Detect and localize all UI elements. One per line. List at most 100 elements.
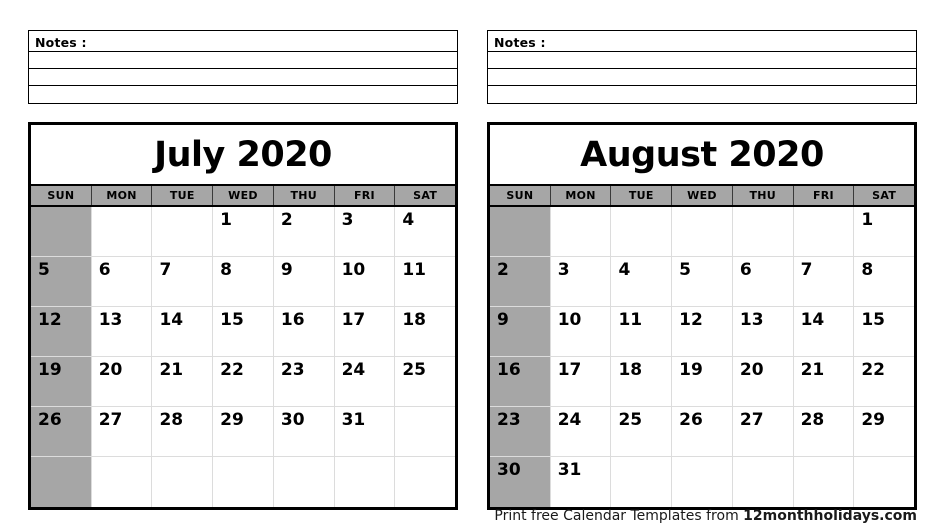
day-cell-1[interactable]: 1 <box>213 207 274 257</box>
day-cell-25[interactable]: 25 <box>611 407 673 457</box>
day-cell-14[interactable]: 14 <box>152 307 214 357</box>
day-cell-5[interactable]: 5 <box>31 257 92 307</box>
weekday-header-cell-fri: FRI <box>335 186 396 205</box>
weekday-header-cell-wed: WED <box>213 186 274 205</box>
day-cell-8[interactable]: 8 <box>213 257 274 307</box>
page-title-august: August 2020 <box>580 134 824 175</box>
day-cell-30[interactable]: 30 <box>273 407 335 457</box>
notes-lines-august[interactable] <box>488 52 916 103</box>
day-cell-20[interactable]: 20 <box>91 357 153 407</box>
day-cell-empty <box>31 207 92 257</box>
day-cell-15[interactable]: 15 <box>213 307 274 357</box>
notes-blank-line[interactable] <box>488 69 916 86</box>
day-cell-28[interactable]: 28 <box>793 407 855 457</box>
day-cell-11[interactable]: 11 <box>395 257 456 307</box>
notes-blank-line[interactable] <box>29 52 457 69</box>
day-cell-12[interactable]: 12 <box>31 307 92 357</box>
day-cell-19[interactable]: 19 <box>672 357 733 407</box>
weekday-header-cell-tue: TUE <box>611 186 673 205</box>
day-cell-4[interactable]: 4 <box>611 257 673 307</box>
notes-header-july: Notes : <box>29 31 457 52</box>
day-cell-10[interactable]: 10 <box>334 257 396 307</box>
day-cell-24[interactable]: 24 <box>550 407 612 457</box>
weekday-header-cell-fri: FRI <box>794 186 855 205</box>
notes-blank-line[interactable] <box>29 86 457 103</box>
day-cell-13[interactable]: 13 <box>91 307 153 357</box>
day-cell-21[interactable]: 21 <box>793 357 855 407</box>
day-cell-empty <box>490 207 551 257</box>
day-cell-2[interactable]: 2 <box>490 257 551 307</box>
footer-credit: Print free Calendar Templates from 12mon… <box>494 508 917 524</box>
day-cell-9[interactable]: 9 <box>490 307 551 357</box>
week-row <box>31 457 456 507</box>
calendar-title-row-august: August 2020 <box>490 125 914 184</box>
day-cell-18[interactable]: 18 <box>395 307 456 357</box>
day-cell-16[interactable]: 16 <box>273 307 335 357</box>
weekday-header-august: SUN MON TUE WED THU FRI SAT <box>490 184 914 207</box>
day-cell-31[interactable]: 31 <box>334 407 396 457</box>
weekday-header-cell-sun: SUN <box>31 186 92 205</box>
day-cell-7[interactable]: 7 <box>793 257 855 307</box>
day-cell-31[interactable]: 31 <box>550 457 612 507</box>
day-cell-30[interactable]: 30 <box>490 457 551 507</box>
day-cell-28[interactable]: 28 <box>152 407 214 457</box>
day-cell-empty <box>793 207 855 257</box>
calendar-box-july: July 2020 SUN MON TUE WED THU FRI SAT 12345678… <box>28 122 458 510</box>
notes-label: Notes : <box>35 35 87 50</box>
weekday-header-cell-tue: TUE <box>152 186 214 205</box>
day-cell-17[interactable]: 17 <box>550 357 612 407</box>
day-cell-22[interactable]: 22 <box>854 357 915 407</box>
day-cell-17[interactable]: 17 <box>334 307 396 357</box>
footer-brand-link[interactable]: 12monthholidays.com <box>743 508 917 524</box>
day-cell-29[interactable]: 29 <box>854 407 915 457</box>
day-cell-27[interactable]: 27 <box>732 407 794 457</box>
day-cell-23[interactable]: 23 <box>490 407 551 457</box>
day-cell-18[interactable]: 18 <box>611 357 673 407</box>
day-cell-16[interactable]: 16 <box>490 357 551 407</box>
month-panel-july: Notes : July 2020 SUN MON TUE WED THU FRI SAT … <box>28 30 458 510</box>
day-cell-5[interactable]: 5 <box>672 257 733 307</box>
notes-lines-july[interactable] <box>29 52 457 103</box>
notes-blank-line[interactable] <box>29 69 457 86</box>
day-cell-23[interactable]: 23 <box>273 357 335 407</box>
day-cell-15[interactable]: 15 <box>854 307 915 357</box>
day-cell-14[interactable]: 14 <box>793 307 855 357</box>
day-cell-26[interactable]: 26 <box>672 407 733 457</box>
day-cell-25[interactable]: 25 <box>395 357 456 407</box>
day-cell-12[interactable]: 12 <box>672 307 733 357</box>
day-cell-3[interactable]: 3 <box>550 257 612 307</box>
notes-box-august: Notes : <box>487 30 917 104</box>
day-cell-9[interactable]: 9 <box>273 257 335 307</box>
day-cell-27[interactable]: 27 <box>91 407 153 457</box>
day-cell-13[interactable]: 13 <box>732 307 794 357</box>
day-cell-empty <box>273 457 335 507</box>
day-cell-22[interactable]: 22 <box>213 357 274 407</box>
day-cell-26[interactable]: 26 <box>31 407 92 457</box>
day-cell-20[interactable]: 20 <box>732 357 794 407</box>
day-cell-empty <box>732 207 794 257</box>
day-cell-7[interactable]: 7 <box>152 257 214 307</box>
weekday-header-cell-sun: SUN <box>490 186 551 205</box>
day-cell-2[interactable]: 2 <box>273 207 335 257</box>
day-cell-10[interactable]: 10 <box>550 307 612 357</box>
day-cell-empty <box>395 407 456 457</box>
day-cell-empty <box>152 207 214 257</box>
weekday-header-cell-thu: THU <box>733 186 794 205</box>
day-cell-19[interactable]: 19 <box>31 357 92 407</box>
notes-blank-line[interactable] <box>488 86 916 103</box>
day-cell-8[interactable]: 8 <box>854 257 915 307</box>
day-cell-6[interactable]: 6 <box>91 257 153 307</box>
weekday-header-cell-mon: MON <box>92 186 153 205</box>
day-cell-empty <box>732 457 794 507</box>
day-cell-11[interactable]: 11 <box>611 307 673 357</box>
day-cell-6[interactable]: 6 <box>732 257 794 307</box>
weekday-header-cell-wed: WED <box>672 186 733 205</box>
day-cell-21[interactable]: 21 <box>152 357 214 407</box>
day-cell-empty <box>793 457 855 507</box>
day-cell-24[interactable]: 24 <box>334 357 396 407</box>
day-cell-29[interactable]: 29 <box>213 407 274 457</box>
day-cell-3[interactable]: 3 <box>334 207 396 257</box>
notes-blank-line[interactable] <box>488 52 916 69</box>
day-cell-4[interactable]: 4 <box>395 207 456 257</box>
day-cell-1[interactable]: 1 <box>854 207 915 257</box>
